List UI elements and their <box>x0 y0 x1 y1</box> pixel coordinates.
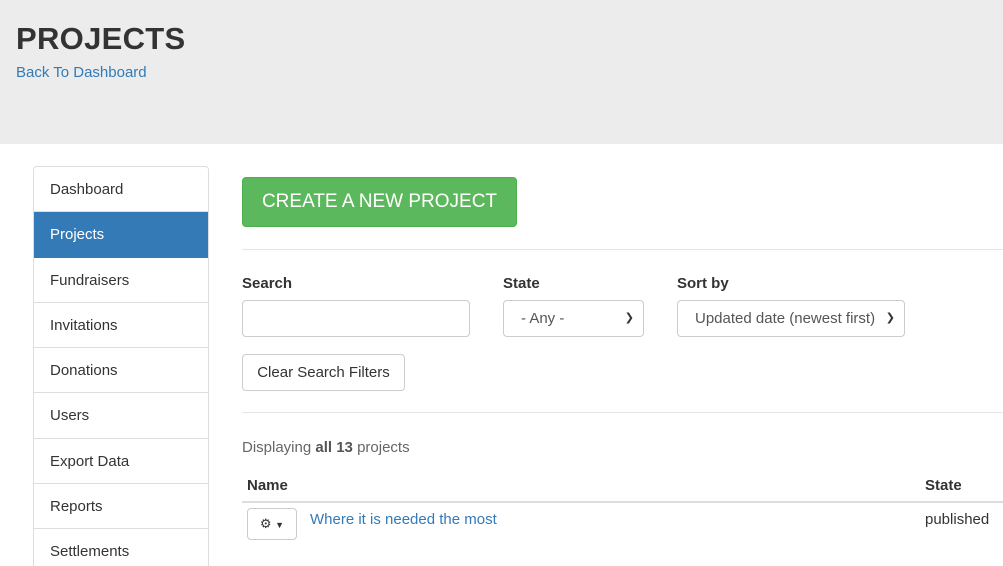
sidebar-item-donations[interactable]: Donations <box>34 348 208 394</box>
column-header-state[interactable]: State <box>925 477 962 494</box>
state-select[interactable]: - Any - ❯ <box>503 300 644 337</box>
sidebar-item-reports[interactable]: Reports <box>34 484 208 530</box>
search-input[interactable] <box>242 300 470 337</box>
page-title: PROJECTS <box>16 21 186 56</box>
divider <box>242 412 1003 413</box>
search-label: Search <box>242 275 293 292</box>
sidebar-item-dashboard[interactable]: Dashboard <box>34 167 208 213</box>
result-count-value: all 13 <box>315 439 353 456</box>
column-header-name[interactable]: Name <box>247 477 288 494</box>
table-header-border <box>242 501 1003 503</box>
sidebar-item-invitations[interactable]: Invitations <box>34 302 208 349</box>
chevron-down-icon: ❯ <box>881 301 895 336</box>
sidebar-item-fundraisers[interactable]: Fundraisers <box>34 257 208 303</box>
sidebar: Dashboard Projects Fundraisers Invitatio… <box>33 166 209 566</box>
page-header: PROJECTS Back To Dashboard <box>0 0 1003 144</box>
sidebar-item-projects[interactable]: Projects <box>34 212 208 258</box>
clear-search-filters-button[interactable]: Clear Search Filters <box>242 354 405 391</box>
sort-by-select[interactable]: Updated date (newest first) ❯ <box>677 300 905 337</box>
sort-by-label: Sort by <box>677 275 729 292</box>
chevron-down-icon: ❯ <box>624 312 634 324</box>
project-name-link[interactable]: Where it is needed the most <box>310 511 497 528</box>
divider <box>242 249 1003 250</box>
back-to-dashboard-link[interactable]: Back To Dashboard <box>16 64 147 81</box>
sidebar-item-settlements[interactable]: Settlements <box>34 529 208 566</box>
project-state: published <box>925 511 990 528</box>
row-actions-button[interactable]: ⚙ ▼ <box>247 508 297 540</box>
result-count-suffix: projects <box>357 439 410 456</box>
gear-icon: ⚙ <box>259 516 272 531</box>
sort-by-select-value: Updated date (newest first) <box>695 310 876 327</box>
state-select-value: - Any - <box>521 310 565 327</box>
state-label: State <box>503 275 540 292</box>
create-new-project-button[interactable]: CREATE A NEW PROJECT <box>242 177 517 227</box>
sidebar-item-export-data[interactable]: Export Data <box>34 438 208 485</box>
result-count-prefix: Displaying <box>242 439 312 456</box>
result-count: Displaying all 13 projects <box>242 439 410 456</box>
sidebar-item-users[interactable]: Users <box>34 393 208 439</box>
caret-down-icon: ▼ <box>275 520 285 530</box>
